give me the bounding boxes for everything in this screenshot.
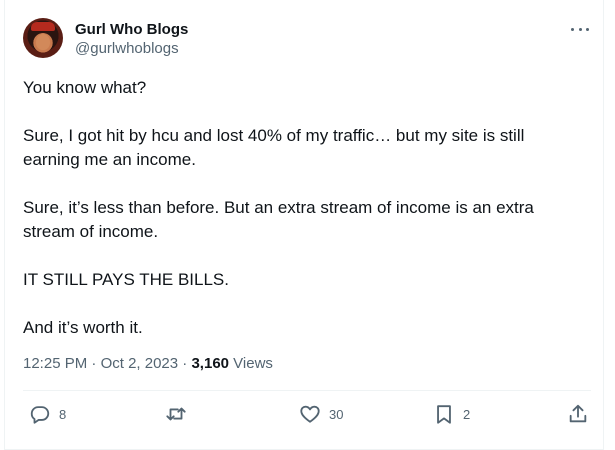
views-label: Views xyxy=(229,355,273,372)
retweet-icon xyxy=(166,407,186,421)
reply-icon xyxy=(30,406,50,424)
divider xyxy=(23,390,591,391)
tweet-date[interactable]: Oct 2, 2023 xyxy=(101,355,179,372)
tweet-paragraph: IT STILL PAYS THE BILLS. xyxy=(23,270,229,289)
more-dot xyxy=(578,27,582,31)
reply-count: 8 xyxy=(59,406,67,422)
tweet-card: Gurl Who Blogs @gurlwhoblogs You know wh… xyxy=(4,0,604,450)
tweet-time[interactable]: 12:25 PM xyxy=(23,355,87,372)
more-dot xyxy=(571,27,574,31)
tweet-paragraph: And it’s worth it. xyxy=(23,318,143,337)
like-count: 30 xyxy=(329,406,344,422)
more-dot xyxy=(586,27,589,31)
share-icon xyxy=(569,404,587,423)
share-button[interactable] xyxy=(567,398,589,430)
bookmark-icon xyxy=(437,405,451,424)
avatar[interactable] xyxy=(23,18,63,58)
more-icon[interactable] xyxy=(571,22,589,36)
tweet-meta: 12:25 PM · Oct 2, 2023 · 3,160 Views xyxy=(23,354,273,374)
avatar-hat xyxy=(31,22,55,31)
reply-button[interactable]: 8 xyxy=(29,398,66,430)
like-button[interactable]: 30 xyxy=(299,398,343,430)
heart-icon xyxy=(300,405,320,423)
author-block: Gurl Who Blogs @gurlwhoblogs xyxy=(75,20,188,58)
tweet-text: You know what? Sure, I got hit by hcu an… xyxy=(23,76,583,340)
tweet-paragraph: You know what? xyxy=(23,78,147,97)
avatar-face xyxy=(36,34,50,50)
tweet-paragraph: Sure, it’s less than before. But an extr… xyxy=(23,198,534,241)
bookmark-button[interactable]: 2 xyxy=(433,398,470,430)
retweet-button[interactable] xyxy=(165,398,195,430)
meta-separator: · xyxy=(87,355,101,372)
action-bar: 8 30 2 xyxy=(23,398,591,430)
meta-separator: · xyxy=(178,355,192,372)
bookmark-count: 2 xyxy=(463,406,471,422)
author-handle[interactable]: @gurlwhoblogs xyxy=(75,39,188,58)
views-count: 3,160 xyxy=(191,355,230,372)
author-display-name[interactable]: Gurl Who Blogs xyxy=(75,20,188,39)
tweet-paragraph: Sure, I got hit by hcu and lost 40% of m… xyxy=(23,126,525,169)
